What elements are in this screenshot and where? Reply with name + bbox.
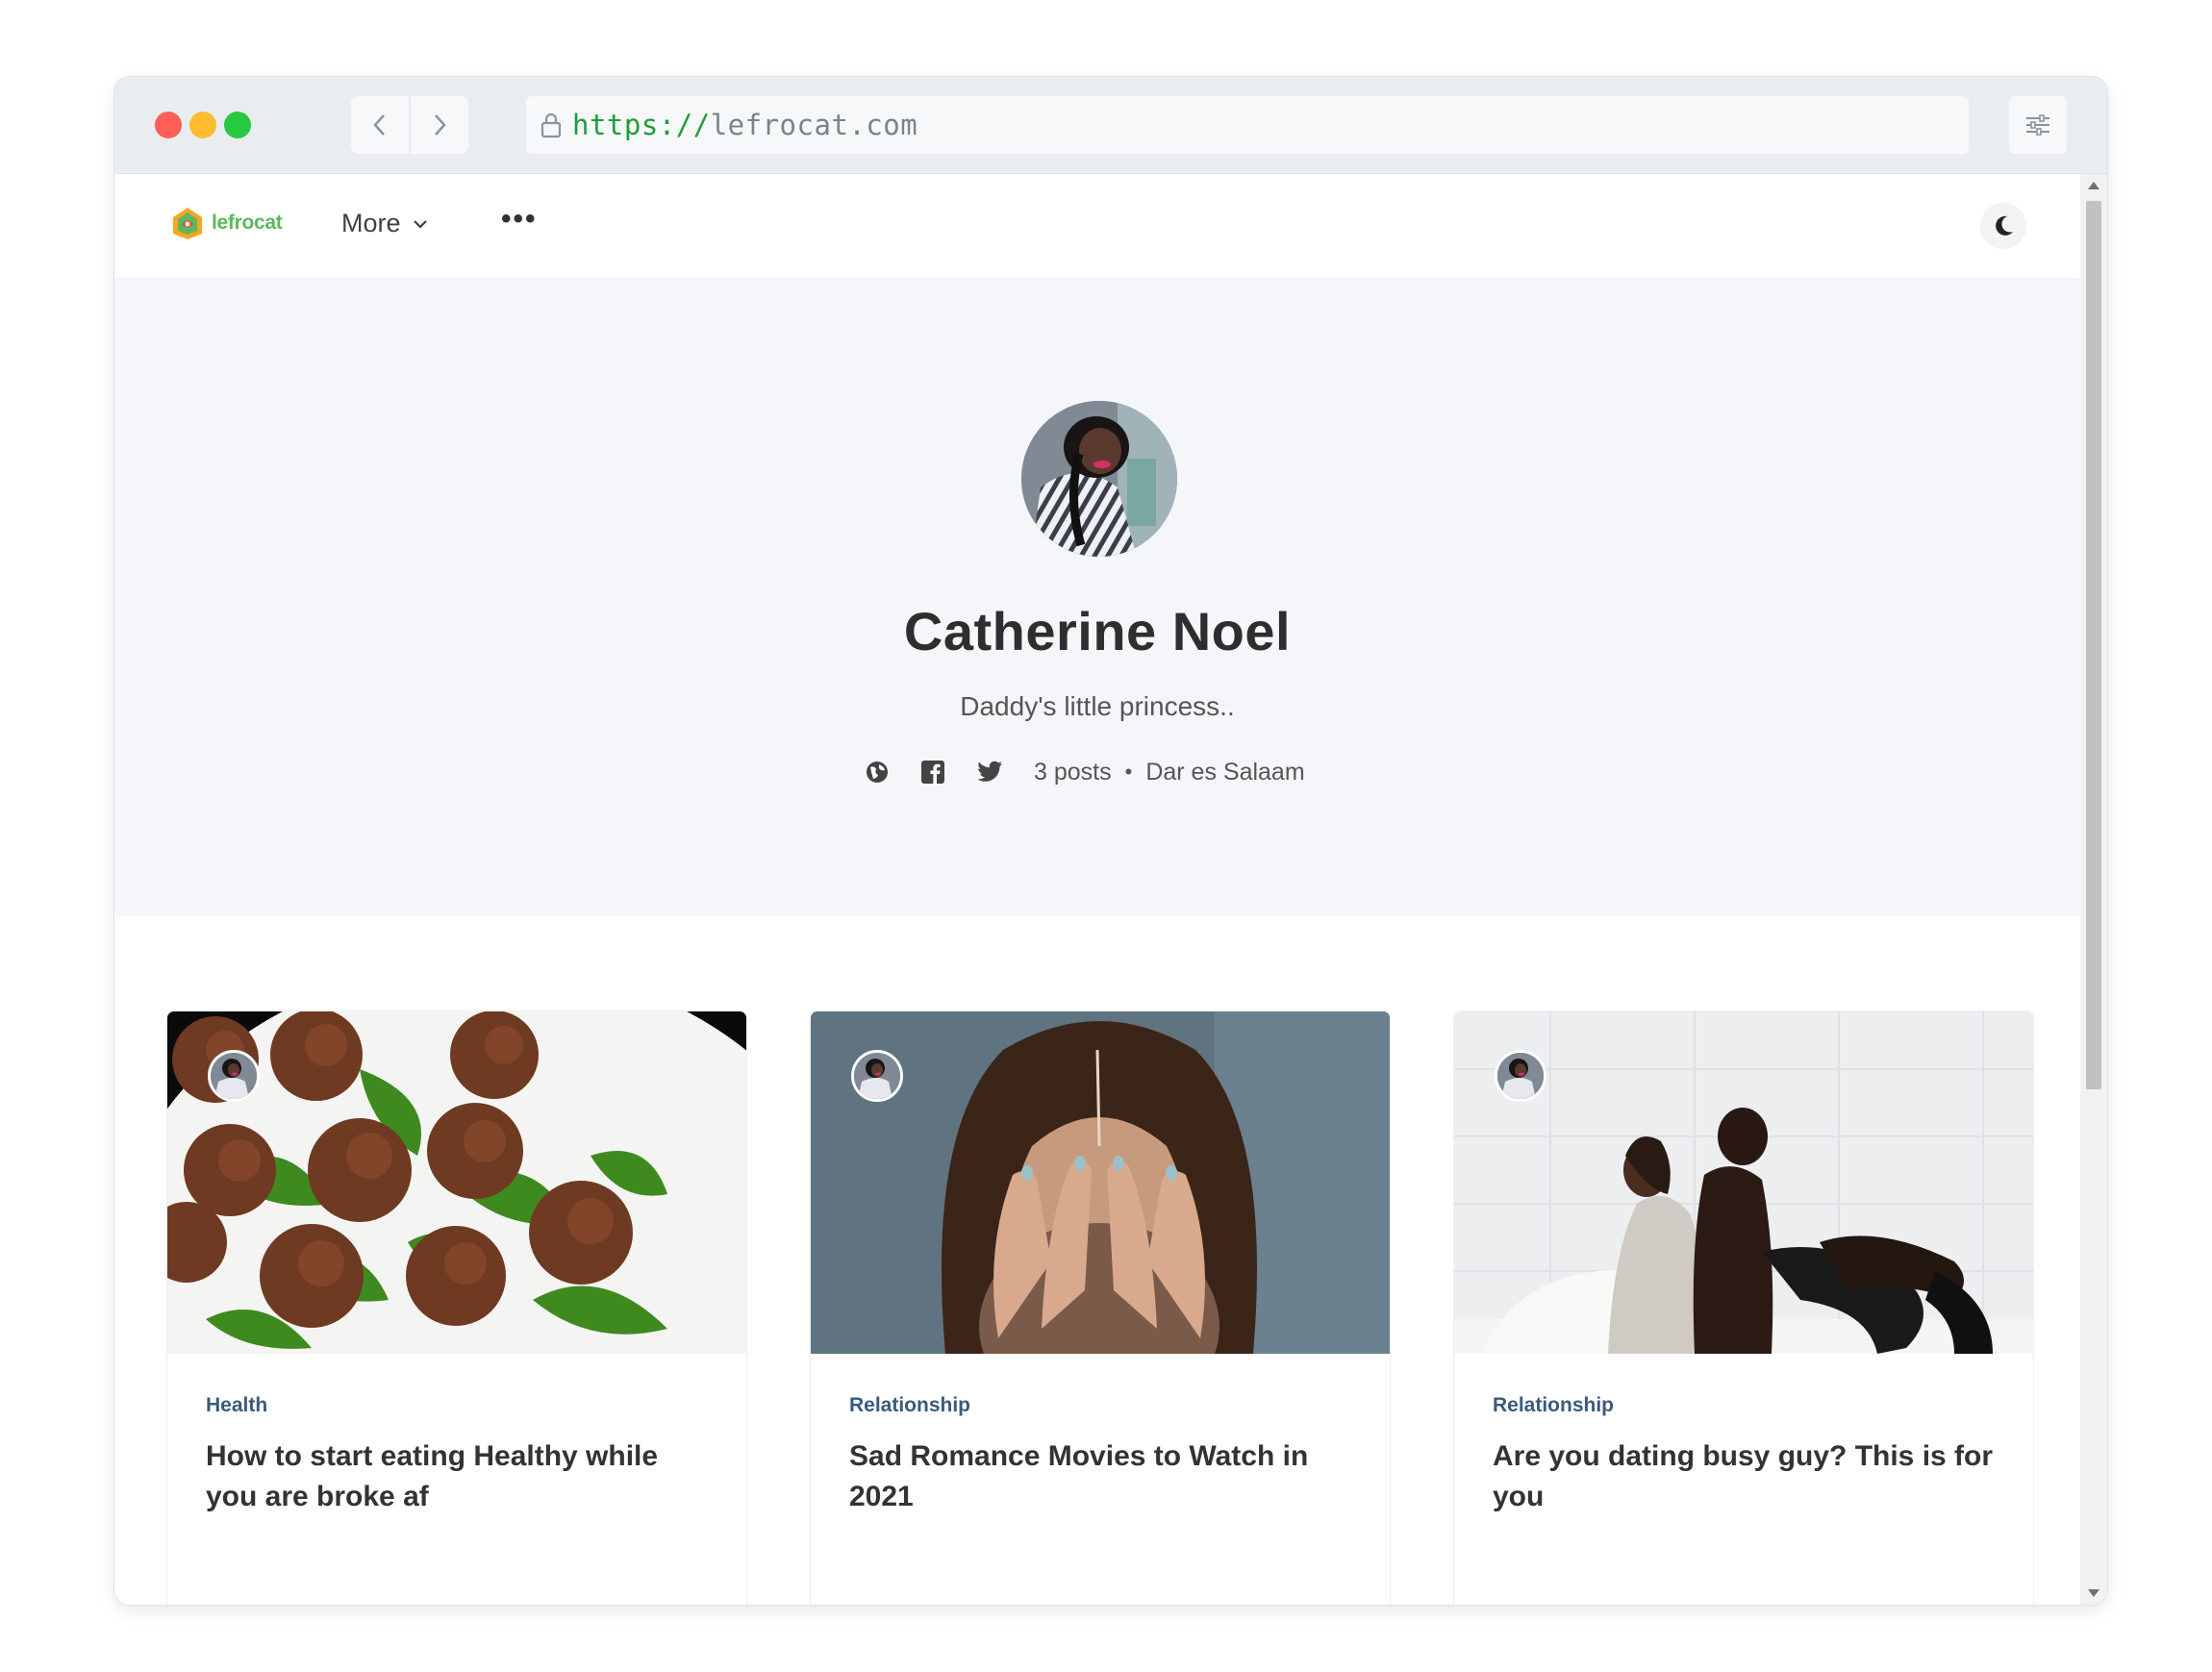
globe-icon[interactable] (865, 760, 890, 785)
author-bio: Daddy's little princess.. (960, 691, 1235, 721)
author-name: Catherine Noel (903, 601, 1292, 661)
post-image[interactable] (1454, 1011, 2033, 1354)
logo-text: lefrocat (212, 212, 283, 234)
browser-toolbar: https://lefrocat.com (114, 77, 2107, 174)
dark-mode-toggle[interactable] (1980, 203, 2026, 249)
back-button[interactable] (351, 96, 409, 154)
chevron-down-icon (413, 219, 428, 229)
post-title[interactable]: Are you dating busy guy? This is for you (1493, 1436, 2002, 1517)
post-card[interactable]: Relationship Are you dating busy guy? Th… (1453, 1011, 2034, 1605)
author-profile: Catherine Noel Daddy's little princess..… (114, 278, 2080, 916)
author-mini-avatar (208, 1050, 260, 1102)
post-category[interactable]: Relationship (849, 1394, 970, 1417)
page-viewport: lefrocat More ••• Catherine Noel Daddy's… (114, 174, 2107, 1605)
browser-settings-button[interactable] (2009, 96, 2067, 154)
author-mini-avatar (851, 1050, 903, 1102)
forward-button[interactable] (411, 96, 468, 154)
author-meta: 3 posts • Dar es Salaam (865, 753, 1305, 791)
moon-icon (1996, 215, 2013, 236)
post-feed: Health How to start eating Healthy while… (114, 916, 2080, 1605)
post-title[interactable]: How to start eating Healthy while you ar… (206, 1436, 716, 1517)
url-text: https://lefrocat.com (572, 109, 917, 141)
browser-window: https://lefrocat.com lefrocat More ••• C… (114, 77, 2107, 1605)
post-image[interactable] (811, 1011, 1390, 1354)
post-category[interactable]: Relationship (1493, 1394, 1614, 1417)
sliders-icon (2026, 114, 2049, 136)
scroll-thumb[interactable] (2086, 201, 2101, 1089)
post-category[interactable]: Health (206, 1394, 267, 1417)
maximize-window-button[interactable] (224, 112, 251, 138)
site-logo[interactable]: lefrocat (169, 205, 283, 241)
url-host: lefrocat.com (710, 109, 918, 141)
close-window-button[interactable] (155, 112, 182, 138)
more-menu[interactable]: More (341, 209, 428, 238)
post-image[interactable] (167, 1011, 746, 1540)
page-scrollbar[interactable] (2080, 174, 2107, 1605)
facebook-icon[interactable] (920, 760, 945, 785)
chevron-right-icon (435, 114, 446, 136)
post-title[interactable]: Sad Romance Movies to Watch in 2021 (849, 1436, 1359, 1517)
twitter-icon[interactable] (976, 761, 1003, 784)
more-options-button[interactable]: ••• (501, 203, 538, 236)
chevron-left-icon (373, 114, 385, 136)
scroll-down-arrow[interactable] (2088, 1589, 2099, 1597)
meta-separator: • (1124, 760, 1133, 784)
address-bar[interactable]: https://lefrocat.com (526, 96, 1969, 154)
url-scheme: https:// (572, 109, 711, 141)
post-count: 3 posts (1034, 758, 1112, 786)
post-card[interactable]: Health How to start eating Healthy while… (166, 1011, 747, 1605)
author-avatar (1021, 401, 1177, 557)
post-card[interactable]: Relationship Sad Romance Movies to Watch… (810, 1011, 1391, 1605)
author-location: Dar es Salaam (1145, 758, 1305, 786)
lock-icon (540, 112, 563, 138)
logo-mark-icon (173, 208, 202, 239)
author-mini-avatar (1495, 1050, 1546, 1102)
site-header: lefrocat More ••• (114, 174, 2080, 279)
scroll-up-arrow[interactable] (2088, 182, 2099, 189)
minimize-window-button[interactable] (189, 112, 216, 138)
more-menu-label: More (341, 209, 401, 237)
